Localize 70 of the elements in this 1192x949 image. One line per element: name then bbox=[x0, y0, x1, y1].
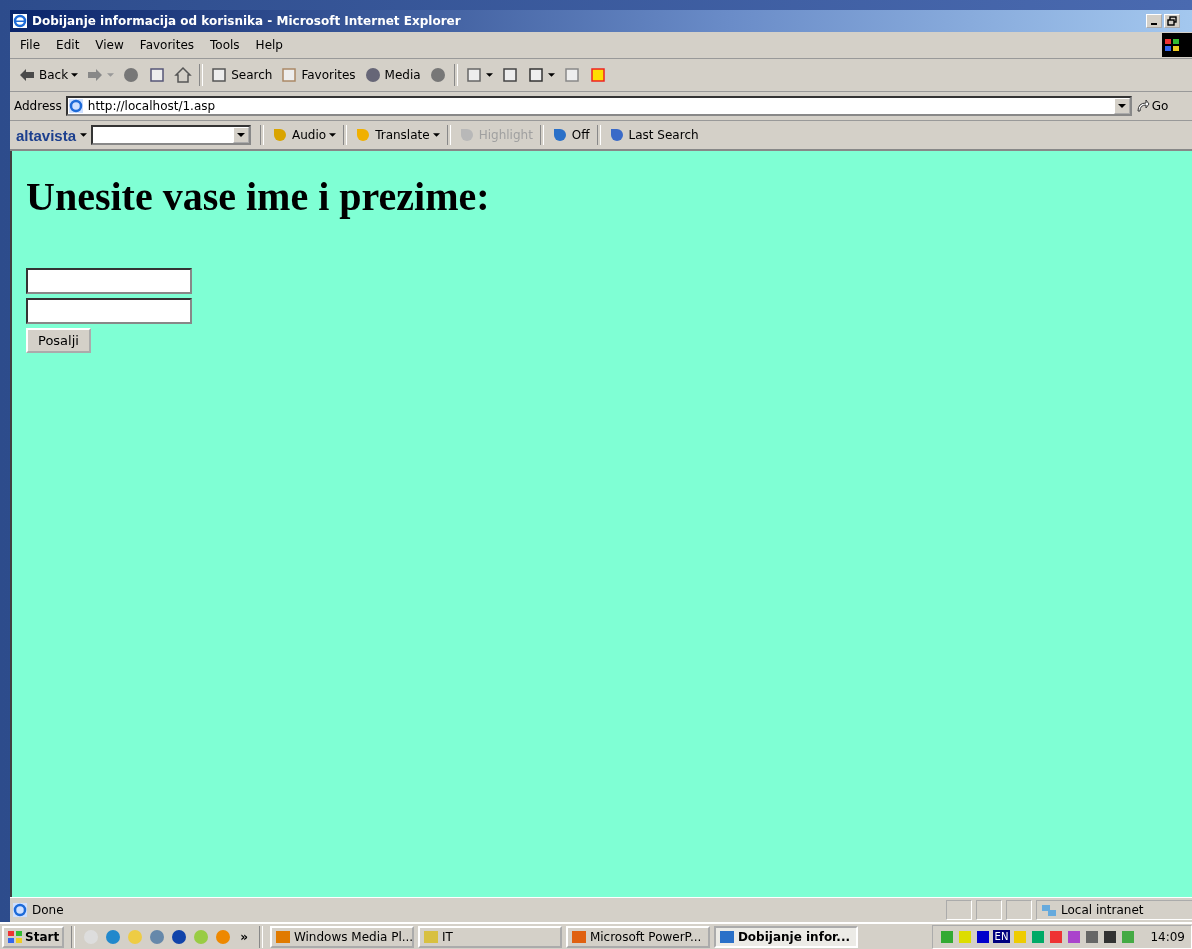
tray-icon[interactable] bbox=[974, 928, 991, 945]
restore-icon bbox=[1167, 16, 1177, 26]
start-button[interactable]: Start bbox=[2, 925, 65, 948]
toolbar-button[interactable]: Translate bbox=[350, 126, 444, 144]
quick-launch-icon[interactable] bbox=[170, 927, 189, 946]
caret-icon bbox=[432, 132, 440, 138]
menu-item[interactable]: Help bbox=[247, 38, 291, 52]
menu-item[interactable]: File bbox=[12, 38, 49, 52]
status-panel bbox=[1006, 900, 1032, 920]
browser-logo-icon bbox=[12, 13, 28, 29]
caret-icon bbox=[329, 132, 337, 138]
caret-icon bbox=[107, 72, 115, 78]
go-button[interactable]: Go bbox=[1131, 99, 1173, 113]
taskbar-button[interactable]: Dobijanje infor... bbox=[713, 925, 858, 948]
tray-icon[interactable] bbox=[1102, 928, 1119, 945]
language-indicator[interactable]: EN bbox=[992, 930, 1011, 943]
caret-icon bbox=[237, 132, 246, 138]
restore-button[interactable] bbox=[1164, 14, 1180, 28]
submit-button[interactable]: Posalji bbox=[26, 328, 91, 353]
menu-item[interactable]: Edit bbox=[48, 38, 88, 52]
app-icon bbox=[422, 928, 439, 945]
caret-icon bbox=[485, 72, 493, 78]
page-icon bbox=[67, 98, 84, 114]
taskbar-button[interactable]: Microsoft PowerP... bbox=[565, 925, 710, 948]
quick-launch-icon[interactable] bbox=[104, 927, 123, 946]
zone-label: Local intranet bbox=[1061, 903, 1144, 917]
page-heading: Unesite vase ime i prezime: bbox=[26, 173, 491, 220]
go-arrow-icon bbox=[1135, 99, 1150, 113]
toolbar-button[interactable]: Search bbox=[206, 66, 277, 84]
page-icon bbox=[12, 902, 28, 918]
status-text: Done bbox=[32, 903, 65, 917]
minimize-icon bbox=[1151, 23, 1157, 25]
quick-launch-icon[interactable] bbox=[148, 927, 167, 946]
caret-icon bbox=[547, 72, 555, 78]
menu-item[interactable]: Favorites bbox=[131, 38, 203, 52]
caret-icon bbox=[71, 72, 79, 78]
toolbar-button[interactable]: Last Search bbox=[603, 126, 703, 144]
altavista-logo: altavista bbox=[16, 126, 77, 144]
caret-icon bbox=[1117, 103, 1126, 109]
taskbar-button[interactable]: Windows Media Pl... bbox=[269, 925, 414, 948]
app-icon bbox=[274, 928, 291, 945]
menu-item[interactable]: View bbox=[87, 38, 132, 52]
status-panel bbox=[976, 900, 1002, 920]
menu-item[interactable]: Tools bbox=[202, 38, 248, 52]
caret-icon[interactable] bbox=[80, 132, 88, 138]
toolbar-button[interactable]: Audio bbox=[267, 126, 341, 144]
app-icon bbox=[718, 928, 735, 945]
text-input[interactable] bbox=[26, 268, 192, 294]
address-field[interactable]: http://localhost/1.asp bbox=[65, 96, 1132, 116]
toolbar-button[interactable]: Off bbox=[546, 126, 594, 144]
status-panel bbox=[946, 900, 972, 920]
text-input[interactable] bbox=[26, 298, 192, 324]
dropdown-button[interactable] bbox=[1113, 98, 1130, 114]
more-chevron[interactable]: » bbox=[236, 929, 252, 944]
windows-logo-icon bbox=[7, 928, 23, 945]
taskbar-button[interactable]: IT bbox=[417, 925, 562, 948]
forward-arrow-icon bbox=[86, 66, 105, 84]
toolbar-button[interactable]: Back bbox=[14, 66, 83, 84]
dropdown-button[interactable] bbox=[233, 127, 250, 143]
tray-icon[interactable] bbox=[1084, 928, 1101, 945]
app-icon bbox=[570, 928, 587, 945]
home-icon bbox=[174, 66, 193, 84]
minimize-button[interactable] bbox=[1146, 14, 1162, 28]
toolbar-button[interactable]: Favorites bbox=[276, 66, 360, 84]
address-label: Address bbox=[14, 99, 62, 113]
toolbar-button[interactable]: Media bbox=[359, 66, 425, 84]
window-title: Dobijanje informacija od korisnika - Microsoft Internet Explorer bbox=[32, 14, 462, 28]
search-field[interactable] bbox=[91, 125, 252, 145]
clock: 14:09 bbox=[1150, 929, 1185, 944]
windows-logo-icon bbox=[1162, 33, 1192, 57]
